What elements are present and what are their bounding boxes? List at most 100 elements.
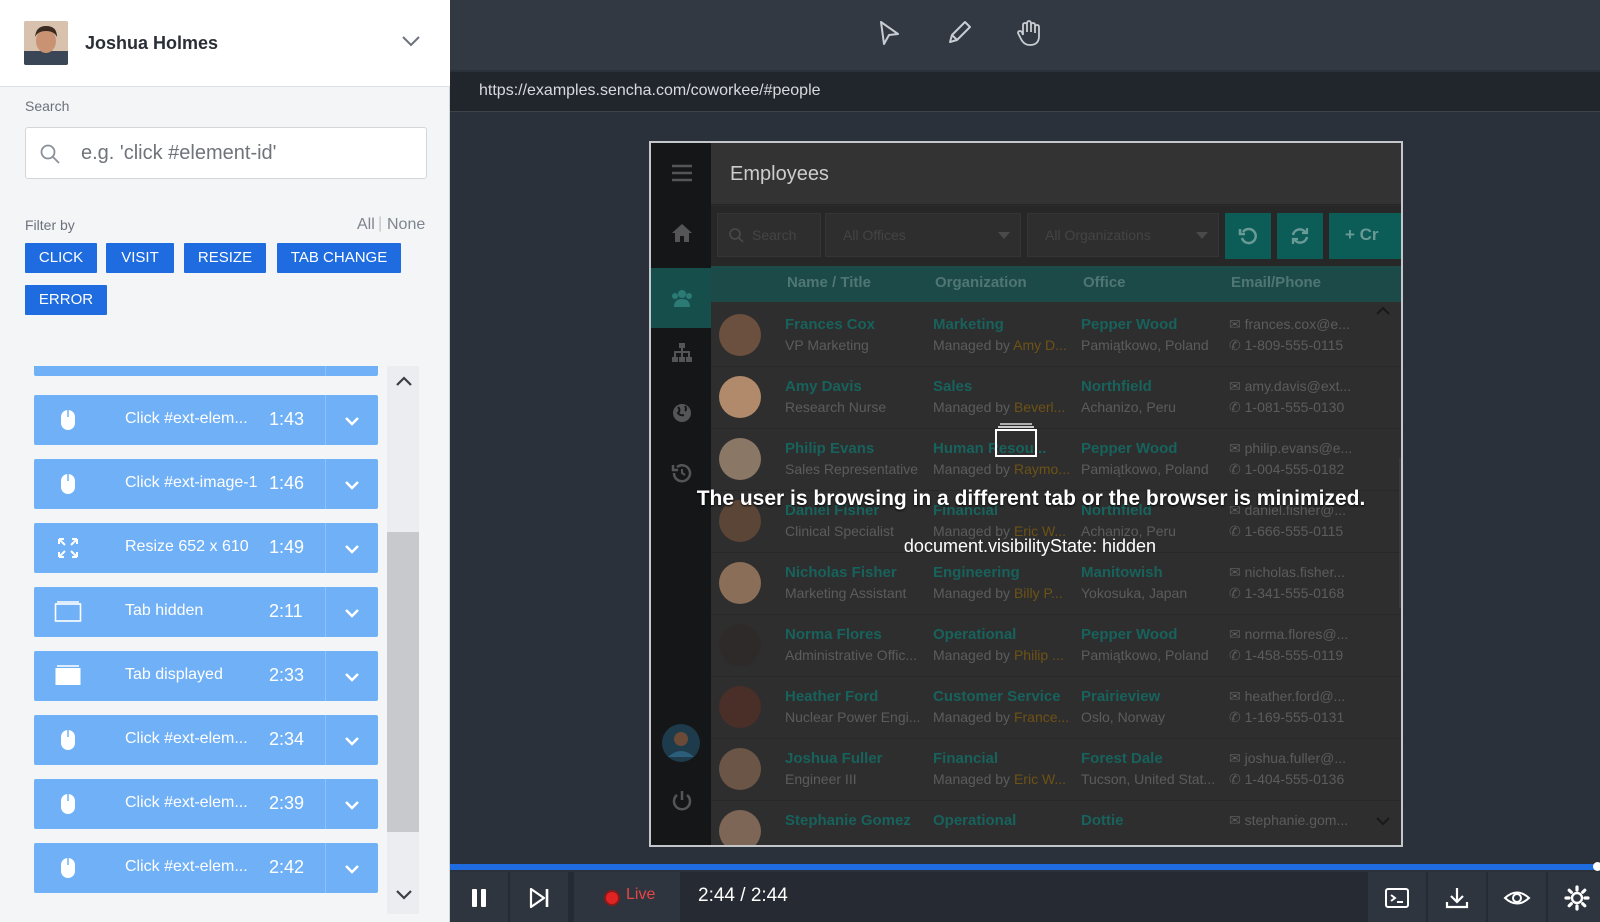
user-selector[interactable]: Joshua Holmes	[0, 0, 450, 87]
pause-button[interactable]	[450, 872, 508, 922]
event-divider	[325, 779, 326, 829]
event-item[interactable]: Click #ext-image-1 1:46	[34, 459, 378, 509]
event-time: 2:33	[269, 665, 305, 685]
employee-manager: Managed by Philip ...	[933, 647, 1064, 663]
filter-error-button[interactable]: ERROR	[25, 285, 107, 315]
event-item[interactable]: Resize 652 x 610 1:49	[34, 523, 378, 573]
employee-manager: Managed by Billy P...	[933, 585, 1063, 601]
eye-icon	[1503, 891, 1531, 905]
mouse-icon	[61, 474, 75, 494]
employee-phone: ✆ 1-169-555-0131	[1229, 709, 1345, 725]
filter-none-link[interactable]: None	[387, 216, 425, 234]
event-label: Click #ext-elem...	[125, 858, 248, 875]
event-divider	[325, 843, 326, 893]
event-item[interactable]: Click #ext-elem... 2:42	[34, 843, 378, 893]
app-scrollbar	[1376, 306, 1401, 826]
pause-icon	[472, 889, 486, 907]
employee-phone: ✆ 1-809-555-0115	[1229, 337, 1344, 353]
nav-item-people-active	[651, 268, 711, 328]
resize-icon	[58, 538, 78, 558]
event-divider	[325, 459, 326, 509]
employee-row: Philip Evans Sales Representative Human Re…	[711, 429, 1401, 491]
employee-email: ✉ joshua.fuller@...	[1229, 750, 1346, 766]
employee-email: ✉ norma.flores@...	[1229, 626, 1349, 642]
filter-visit-button[interactable]: VISIT	[106, 243, 174, 273]
employee-name: Norma Flores	[785, 626, 882, 643]
event-divider	[325, 715, 326, 765]
chevron-down-icon[interactable]	[343, 476, 361, 494]
event-label: Click #ext-elem...	[125, 794, 248, 811]
employee-office: Forest Dale	[1081, 750, 1163, 767]
employee-email-text: norma.flores@...	[1244, 626, 1349, 642]
console-icon	[1385, 888, 1409, 908]
event-item[interactable]: Tab displayed 2:33	[34, 651, 378, 701]
event-time: 2:39	[269, 793, 305, 813]
tab-hidden-icon	[995, 423, 1037, 457]
filter-click-button[interactable]: CLICK	[25, 243, 97, 273]
chevron-up-icon[interactable]	[395, 374, 413, 388]
event-label: Resize 652 x 610	[125, 538, 249, 555]
event-item[interactable]: Click #ext-elem... 2:39	[34, 779, 378, 829]
visibility-toggle-button[interactable]	[1488, 872, 1546, 922]
event-item-partial[interactable]	[34, 366, 378, 376]
hand-icon[interactable]	[1013, 17, 1045, 49]
player-controls: Live 2:44 / 2:44	[450, 872, 1600, 922]
scrollbar-thumb[interactable]	[387, 532, 419, 832]
event-time: 2:11	[269, 601, 303, 621]
employee-email: ✉ amy.davis@ext...	[1229, 378, 1352, 394]
filter-resize-button[interactable]: RESIZE	[184, 243, 266, 273]
app-filter-bar: Search All Offices All Organizations + C…	[711, 206, 1401, 266]
employee-phone: ✆ 1-004-555-0182	[1229, 461, 1345, 477]
chevron-down-icon[interactable]	[343, 796, 361, 814]
event-item[interactable]: Click #ext-elem... 2:34	[34, 715, 378, 765]
step-forward-button[interactable]	[510, 872, 568, 922]
employee-office: Prairieview	[1081, 688, 1161, 705]
user-name: Joshua Holmes	[85, 33, 219, 53]
chevron-down-icon[interactable]	[343, 860, 361, 878]
app-search-placeholder: Search	[752, 227, 797, 243]
pointer-icon[interactable]	[873, 17, 905, 49]
employee-manager: Managed by France...	[933, 709, 1069, 725]
filter-all-link[interactable]: All	[357, 216, 375, 234]
employee-email-text: frances.cox@e...	[1244, 316, 1350, 332]
col-header-name: Name / Title	[787, 274, 871, 291]
org-chart-icon	[672, 343, 692, 362]
event-item[interactable]: Tab hidden 2:11	[34, 587, 378, 637]
employee-phone-text: 1-809-555-0115	[1244, 337, 1344, 353]
manager-prefix: Managed by	[933, 709, 1014, 725]
event-item[interactable]: Click #ext-elem... 1:43	[34, 395, 378, 445]
settings-button[interactable]	[1548, 872, 1600, 922]
refresh-icon	[1291, 228, 1309, 244]
pencil-icon[interactable]	[943, 17, 975, 49]
chevron-down-icon[interactable]	[395, 888, 413, 902]
timeline-progress[interactable]	[450, 864, 1600, 870]
search-input[interactable]	[81, 138, 411, 168]
avatar	[719, 748, 761, 790]
employee-manager: Managed by Beverl...	[933, 399, 1065, 415]
manager-name: Beverl...	[1013, 399, 1066, 415]
download-button[interactable]	[1428, 872, 1486, 922]
chevron-down-icon[interactable]	[343, 412, 361, 430]
live-button[interactable]: Live	[574, 872, 680, 922]
employee-title: Research Nurse	[785, 399, 887, 415]
console-button[interactable]	[1368, 872, 1426, 922]
live-label: Live	[626, 886, 656, 903]
app-offices-placeholder: All Offices	[843, 227, 906, 243]
chevron-down-icon[interactable]	[343, 540, 361, 558]
employee-phone-text: 1-404-555-0136	[1244, 771, 1345, 787]
chevron-down-icon[interactable]	[343, 668, 361, 686]
filter-tab-change-button[interactable]: TAB CHANGE	[277, 243, 401, 273]
event-list-scrollbar[interactable]	[387, 366, 419, 914]
employee-email-text: stephanie.gom...	[1244, 812, 1349, 828]
chevron-down-icon[interactable]	[343, 604, 361, 622]
live-indicator-dot	[606, 892, 618, 904]
chevron-down-icon[interactable]	[343, 732, 361, 750]
history-icon	[671, 464, 692, 483]
employee-phone-text: 1-004-555-0182	[1244, 461, 1345, 477]
timeline-knob[interactable]	[1593, 862, 1600, 871]
filter-separator: |	[378, 215, 383, 232]
event-time: 2:42	[269, 857, 305, 877]
employee-email-text: joshua.fuller@...	[1244, 750, 1346, 766]
employee-title: Marketing Assistant	[785, 585, 907, 601]
chevron-down-icon[interactable]	[400, 30, 422, 52]
